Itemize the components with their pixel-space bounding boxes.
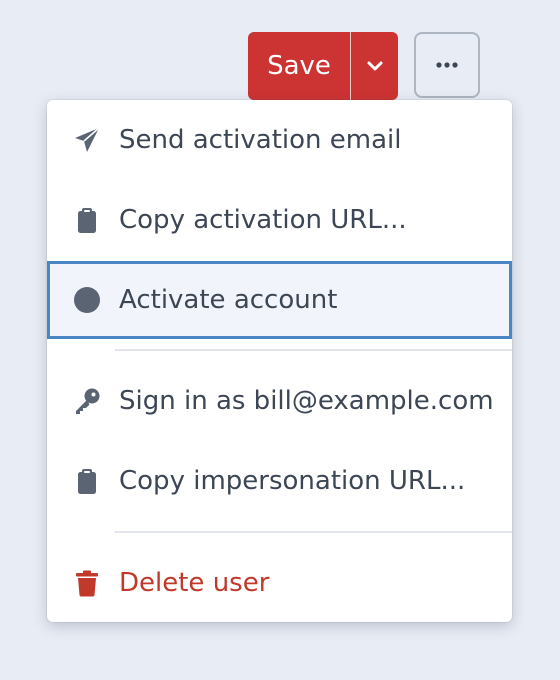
menu-divider bbox=[115, 531, 512, 533]
menu-item-delete-user[interactable]: Delete user bbox=[47, 543, 512, 623]
menu-item-label: Delete user bbox=[119, 568, 270, 598]
menu-item-label: Copy activation URL... bbox=[119, 205, 407, 235]
menu-item-label: Send activation email bbox=[119, 125, 402, 155]
clipboard-icon bbox=[72, 466, 102, 496]
page: Save Send activation email Copy activati… bbox=[0, 0, 560, 680]
menu-item-activate-account[interactable]: Activate account bbox=[47, 261, 512, 339]
trash-icon bbox=[72, 568, 102, 598]
menu-item-label: Sign in as bill@example.com bbox=[119, 386, 494, 416]
clipboard-icon bbox=[72, 205, 102, 235]
menu-item-send-activation-email[interactable]: Send activation email bbox=[47, 100, 512, 180]
save-split-button: Save bbox=[248, 32, 398, 100]
save-button[interactable]: Save bbox=[248, 32, 350, 100]
chevron-down-icon bbox=[367, 61, 382, 71]
more-actions-button[interactable] bbox=[414, 32, 480, 98]
actions-dropdown-menu: Send activation email Copy activation UR… bbox=[47, 100, 512, 622]
ellipsis-icon bbox=[436, 62, 458, 68]
menu-item-label: Copy impersonation URL... bbox=[119, 466, 466, 496]
menu-item-copy-activation-url[interactable]: Copy activation URL... bbox=[47, 180, 512, 260]
save-options-toggle[interactable] bbox=[351, 32, 398, 100]
paper-plane-icon bbox=[72, 125, 102, 155]
circle-icon bbox=[72, 285, 102, 315]
menu-item-sign-in-as-user[interactable]: Sign in as bill@example.com bbox=[47, 361, 512, 441]
key-icon bbox=[72, 386, 102, 416]
menu-divider bbox=[115, 349, 512, 351]
menu-item-label: Activate account bbox=[119, 285, 338, 315]
menu-item-copy-impersonation-url[interactable]: Copy impersonation URL... bbox=[47, 441, 512, 521]
